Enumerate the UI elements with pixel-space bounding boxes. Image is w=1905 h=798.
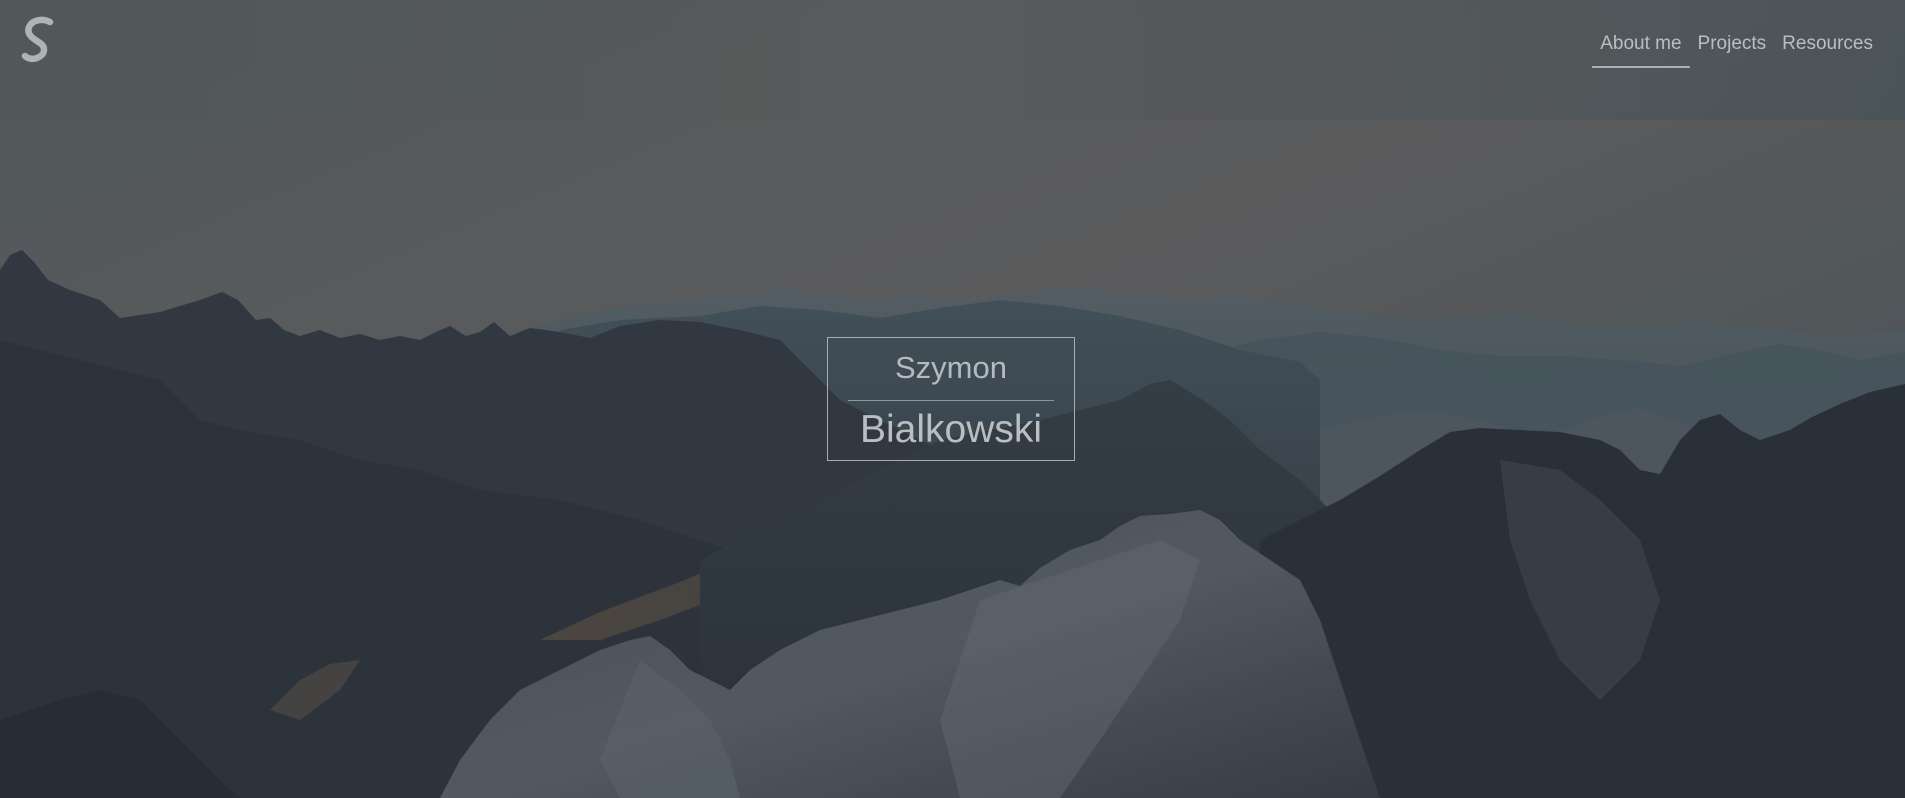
name-title-box: Szymon Bialkowski xyxy=(827,337,1075,461)
last-name-heading: Bialkowski xyxy=(859,408,1043,451)
title-divider xyxy=(848,400,1054,401)
nav-link-resources[interactable]: Resources xyxy=(1774,32,1881,68)
nav-link-about-me[interactable]: About me xyxy=(1592,32,1690,68)
s-logo-icon[interactable] xyxy=(20,16,60,70)
main-navigation: About me Projects Resources xyxy=(1592,32,1881,68)
nav-link-projects[interactable]: Projects xyxy=(1690,32,1775,68)
hero-section: About me Projects Resources Szymon Bialk… xyxy=(0,0,1905,798)
first-name-heading: Szymon xyxy=(895,350,1007,385)
